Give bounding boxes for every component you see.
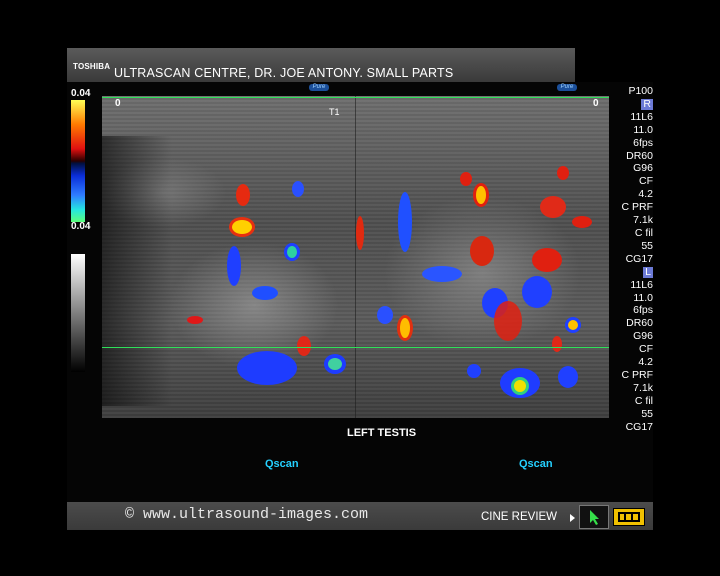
velocity-scale-bottom: 0.04 xyxy=(71,221,91,232)
param-prf-value: 7.1k xyxy=(633,214,653,227)
param-filter-value: 55 xyxy=(641,407,653,420)
header-title: ULTRASCAN CENTRE, DR. JOE ANTONY. SMALL … xyxy=(114,66,454,80)
param-prf-label: C PRF xyxy=(621,368,654,381)
play-arrow-icon xyxy=(570,514,575,522)
brand-logo: TOSHIBA xyxy=(73,62,111,71)
flow-signal-red xyxy=(557,166,569,180)
velocity-scale-top: 0.04 xyxy=(71,88,91,99)
flow-signal-yellow xyxy=(514,380,526,392)
depth-zero-right: 0 xyxy=(593,98,599,109)
parameter-panel: P100 R 11L6 11.0 6fps DR60 G96 CF 4.2 C … xyxy=(607,85,653,433)
qscan-label-right: Qscan xyxy=(519,458,553,470)
flow-signal-red xyxy=(572,216,592,228)
depth-zero-left: 0 xyxy=(115,98,121,109)
flow-signal-green xyxy=(287,246,297,258)
guide-line-top xyxy=(102,97,609,98)
param-power: P100 xyxy=(628,85,653,97)
flow-signal-red xyxy=(532,248,562,272)
param-probe: 11L6 xyxy=(630,110,653,123)
flow-signal-red xyxy=(540,196,566,218)
flow-signal-red xyxy=(470,236,494,266)
param-filter-value: 55 xyxy=(641,239,653,252)
flow-signal-red xyxy=(297,336,311,356)
side-indicator-right: R xyxy=(641,97,653,110)
flow-signal-red xyxy=(460,172,472,186)
flow-signal-red xyxy=(494,301,522,341)
copyright-watermark: © www.ultrasound-images.com xyxy=(125,506,369,523)
shadow-band xyxy=(102,136,172,406)
param-cf-value: 4.2 xyxy=(638,356,653,369)
cursor-button[interactable] xyxy=(579,505,609,529)
param-prf-label: C PRF xyxy=(621,201,654,214)
grayscale-bar xyxy=(71,254,85,372)
param-frequency: 11.0 xyxy=(633,123,653,136)
param-probe: 11L6 xyxy=(630,278,653,291)
flow-signal-blue xyxy=(292,181,304,197)
param-filter-label: C fil xyxy=(634,394,653,407)
image-caption: LEFT TESTIS xyxy=(347,427,417,439)
cine-film-button[interactable] xyxy=(613,508,645,526)
flow-signal-blue xyxy=(467,364,481,378)
flow-signal-red xyxy=(236,184,250,206)
param-color-gain: CG17 xyxy=(625,420,653,433)
flow-signal-red xyxy=(552,336,562,352)
flow-signal-blue-large xyxy=(237,351,297,385)
flow-signal-blue xyxy=(422,266,462,282)
qscan-label-left: Qscan xyxy=(265,458,299,470)
flow-signal-yellow xyxy=(476,186,486,204)
ultrasound-screen: TOSHIBA ULTRASCAN CENTRE, DR. JOE ANTONY… xyxy=(67,48,653,530)
color-doppler-scale-bar xyxy=(71,100,85,222)
flow-signal-yellow xyxy=(568,320,578,330)
flow-signal-yellow xyxy=(400,318,410,338)
param-dynamic-range: DR60 xyxy=(626,149,653,162)
flow-signal-blue xyxy=(252,286,278,300)
param-cf-label: CF xyxy=(639,343,653,356)
param-prf-value: 7.1k xyxy=(633,381,653,394)
param-filter-label: C fil xyxy=(634,226,653,239)
flow-signal-red xyxy=(187,316,203,324)
flow-signal-blue xyxy=(227,246,241,286)
header-bar: TOSHIBA ULTRASCAN CENTRE, DR. JOE ANTONY… xyxy=(67,48,575,82)
transducer-marker: T1 xyxy=(329,107,340,117)
flow-signal-yellow xyxy=(232,220,252,234)
pure-badge-right: Pure xyxy=(557,84,577,91)
param-color-gain: CG17 xyxy=(625,252,653,265)
guide-line-bottom xyxy=(102,347,609,348)
flow-signal-blue xyxy=(558,366,578,388)
header-right-panel xyxy=(575,48,653,82)
film-strip-icon xyxy=(618,512,640,522)
flow-signal-red xyxy=(356,216,364,250)
cine-review-label[interactable]: CINE REVIEW xyxy=(481,511,557,523)
param-frequency: 11.0 xyxy=(633,291,653,304)
flow-signal-green xyxy=(328,358,342,370)
param-dynamic-range: DR60 xyxy=(626,317,653,330)
param-fps: 6fps xyxy=(633,304,653,317)
side-indicator-left: L xyxy=(643,265,653,278)
param-cf-value: 4.2 xyxy=(638,188,653,201)
flow-signal-blue xyxy=(522,276,552,308)
param-fps: 6fps xyxy=(633,136,653,149)
dual-view-divider xyxy=(355,96,356,418)
cursor-arrow-icon xyxy=(590,510,599,525)
flow-signal-blue xyxy=(398,192,412,252)
param-gain: G96 xyxy=(633,330,653,343)
flow-signal-blue xyxy=(377,306,393,324)
param-cf-label: CF xyxy=(639,175,653,188)
pure-badge-left: Pure xyxy=(309,84,329,91)
footer-bar: © www.ultrasound-images.com CINE REVIEW xyxy=(67,502,653,530)
param-gain: G96 xyxy=(633,162,653,175)
ultrasound-image xyxy=(102,96,609,418)
